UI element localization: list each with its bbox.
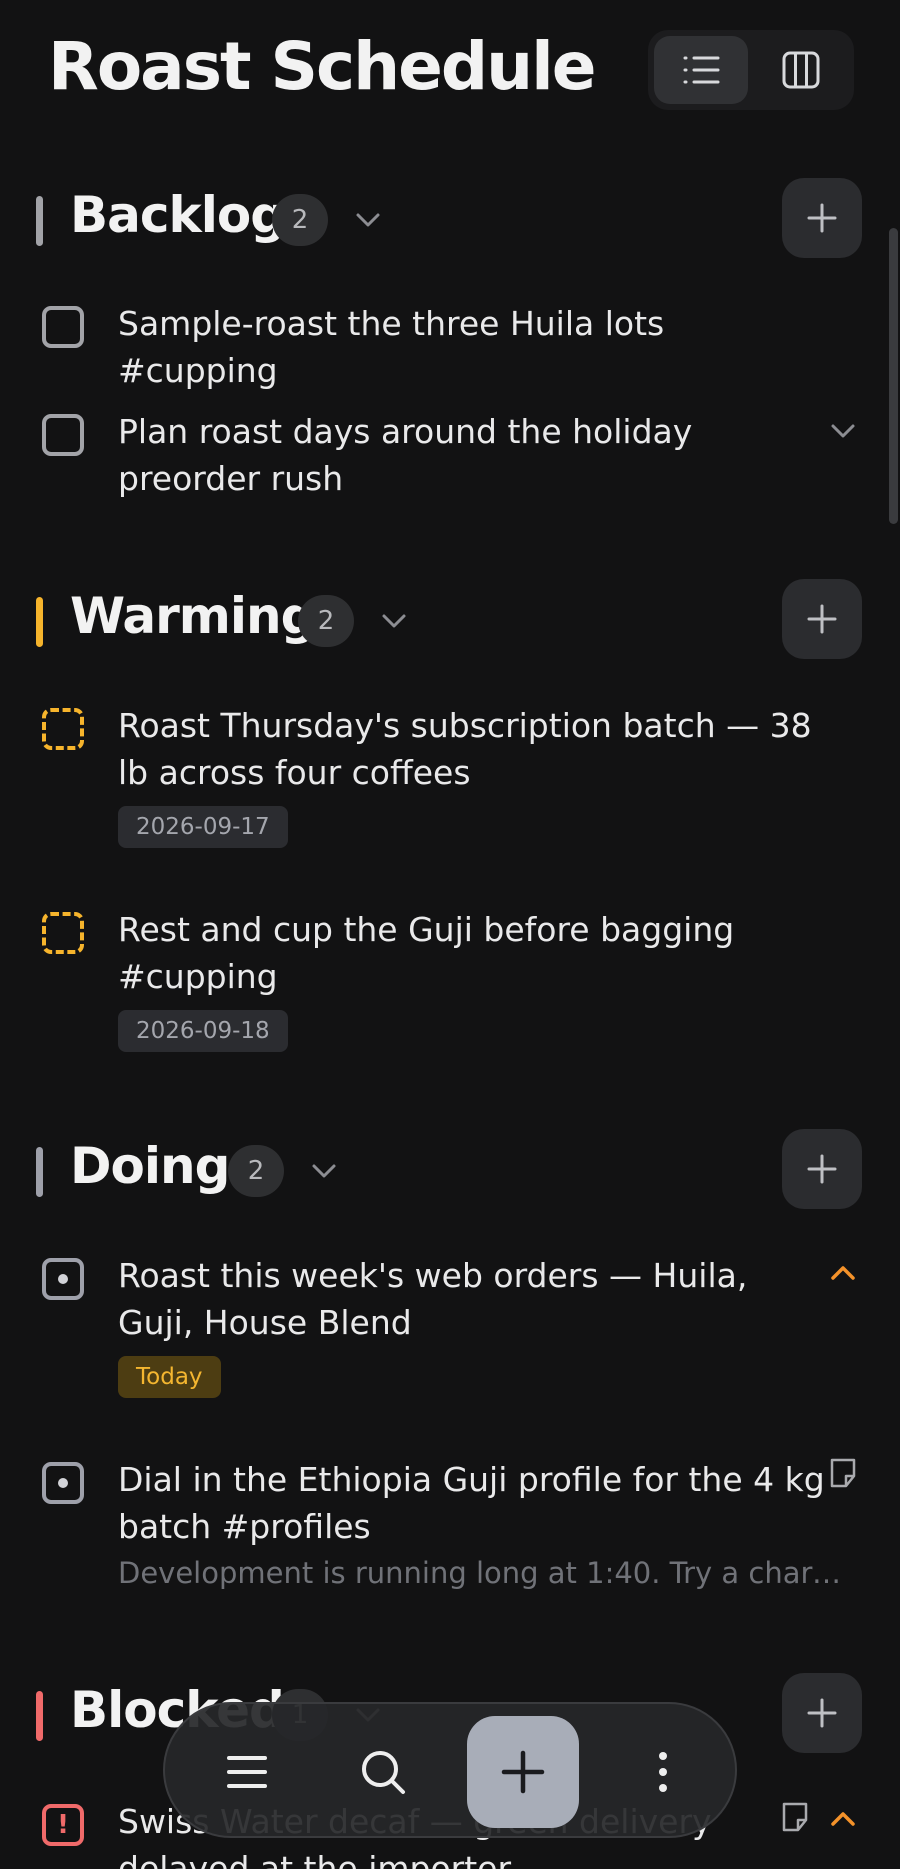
list-view-icon (683, 56, 720, 84)
chevron-down-icon[interactable] (350, 202, 386, 238)
section-color-bar (36, 1147, 43, 1197)
task-title: Plan roast days around the holiday preor… (118, 412, 693, 498)
menu-icon (227, 1756, 267, 1788)
task-checkbox[interactable] (42, 306, 84, 348)
section-backlog: Backlog 2 (0, 178, 900, 262)
plus-icon (807, 1698, 837, 1728)
section-count-badge: 2 (272, 194, 328, 246)
section-count-badge: 2 (298, 595, 354, 647)
section-header: Backlog 2 (0, 178, 900, 262)
section-header: Warming 2 (0, 579, 900, 663)
list-view-button[interactable] (654, 36, 748, 104)
bottom-nav-bar (163, 1702, 737, 1838)
section-title: Doing (70, 1137, 230, 1195)
search-button[interactable] (331, 1720, 435, 1824)
scrollbar[interactable] (889, 228, 898, 524)
section-color-bar (36, 1691, 43, 1741)
page-title: Roast Schedule (48, 28, 597, 105)
section-title: Warming (70, 587, 316, 645)
add-task-button[interactable] (782, 1673, 862, 1753)
chevron-down-icon[interactable] (376, 603, 412, 639)
task-checkbox[interactable] (42, 708, 84, 750)
task-title: Rest and cup the Guji before bagging #cu… (118, 910, 735, 996)
task-checkbox[interactable] (42, 1462, 84, 1504)
plus-icon (807, 604, 837, 634)
board-view-icon (782, 51, 820, 89)
board-view-button[interactable] (754, 36, 848, 104)
add-task-button[interactable] (782, 178, 862, 258)
add-task-fab[interactable] (467, 1716, 579, 1828)
note-icon (830, 1458, 856, 1488)
due-date-chip: 2026-09-18 (118, 1010, 288, 1052)
chevron-down-icon[interactable] (826, 414, 860, 448)
section-doing: Doing 2 (0, 1129, 900, 1213)
section-count-badge: 2 (228, 1145, 284, 1197)
header: Roast Schedule (0, 0, 900, 140)
plus-icon (501, 1750, 545, 1794)
view-toggle (648, 30, 854, 110)
task-checkbox[interactable] (42, 1258, 84, 1300)
due-date-chip: 2026-09-17 (118, 806, 288, 848)
high-priority-chevron-up-icon (831, 1812, 855, 1826)
section-title: Backlog (70, 186, 286, 244)
blocked-status-checkbox[interactable]: ! (42, 1804, 84, 1846)
more-vertical-icon (659, 1752, 667, 1792)
section-color-bar (36, 597, 43, 647)
section-warming: Warming 2 (0, 579, 900, 663)
due-date-chip-today: Today (118, 1356, 221, 1398)
plus-icon (807, 1154, 837, 1184)
chevron-down-icon[interactable] (306, 1153, 342, 1189)
add-task-button[interactable] (782, 1129, 862, 1209)
section-header: Doing 2 (0, 1129, 900, 1213)
section-color-bar (36, 196, 43, 246)
task-checkbox[interactable] (42, 912, 84, 954)
task-note-preview: Development is running long at 1:40. Try… (118, 1556, 858, 1590)
note-icon (782, 1802, 808, 1832)
task-checkbox[interactable] (42, 414, 84, 456)
plus-icon (807, 203, 837, 233)
add-task-button[interactable] (782, 579, 862, 659)
task-title: Dial in the Ethiopia Guji profile for th… (118, 1460, 825, 1546)
more-options-button[interactable] (611, 1720, 715, 1824)
task-title: Roast this week's web orders — Huila, Gu… (118, 1256, 748, 1342)
task-title: Sample-roast the three Huila lots #cuppi… (118, 304, 665, 390)
task-title: Roast Thursday's subscription batch — 38… (118, 706, 812, 792)
high-priority-chevron-up-icon (831, 1266, 855, 1280)
exclamation-icon: ! (57, 1810, 69, 1840)
search-icon (362, 1751, 405, 1794)
menu-button[interactable] (195, 1720, 299, 1824)
